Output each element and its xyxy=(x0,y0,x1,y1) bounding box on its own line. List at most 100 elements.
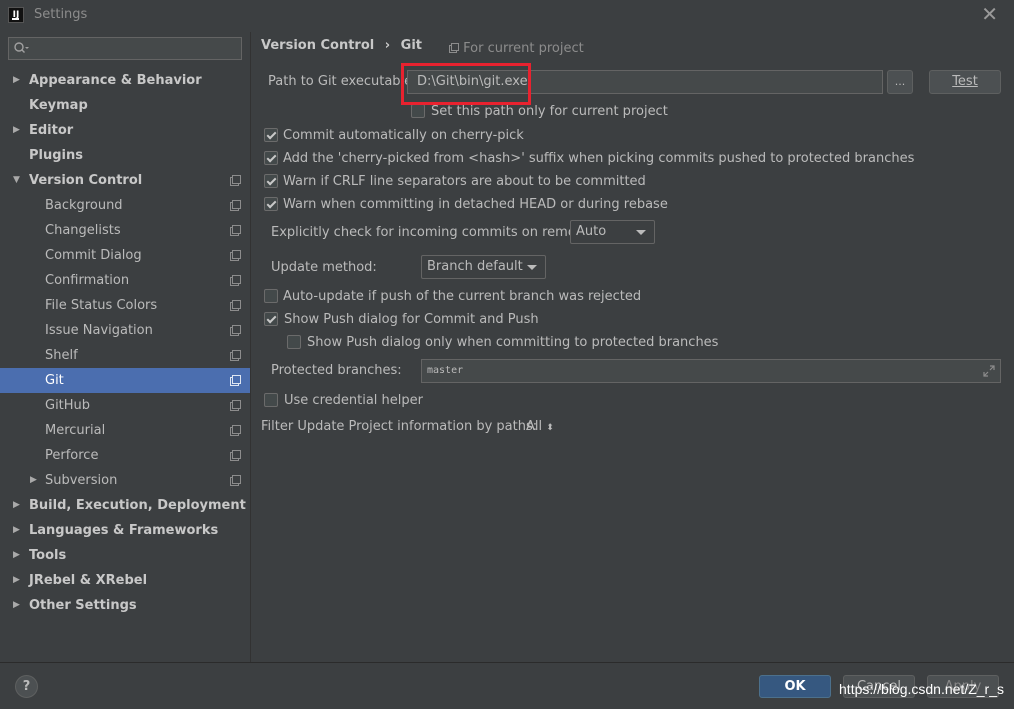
close-icon[interactable]: ✕ xyxy=(981,4,998,24)
window-title: Settings xyxy=(34,7,88,22)
update-method-label: Update method: xyxy=(271,260,377,275)
sidebar-item[interactable]: ▼ Version Control xyxy=(0,168,250,193)
ok-button[interactable]: OK xyxy=(759,675,831,698)
project-scope-icon xyxy=(230,325,241,336)
filter-paths-select[interactable]: All ⬍ xyxy=(526,419,554,434)
csdn-watermark: https://blog.csdn.net/Z_r_s xyxy=(839,681,1004,697)
option-checkbox[interactable] xyxy=(264,197,278,211)
collapsed-arrow-icon[interactable]: ▶ xyxy=(13,68,20,93)
sidebar-item-label: Git xyxy=(45,373,64,388)
show-push-dialog-checkbox[interactable] xyxy=(264,312,278,326)
sidebar-item[interactable]: Issue Navigation xyxy=(0,318,250,343)
collapsed-arrow-icon[interactable]: ▶ xyxy=(13,543,20,568)
sidebar-item[interactable]: Background xyxy=(0,193,250,218)
project-scope-icon xyxy=(230,225,241,236)
sidebar-item[interactable]: Confirmation xyxy=(0,268,250,293)
auto-update-checkbox[interactable] xyxy=(264,289,278,303)
git-settings-panel: Version Control › Git For current projec… xyxy=(251,32,1014,662)
sidebar-item-label: Issue Navigation xyxy=(45,323,153,338)
expanded-arrow-icon[interactable]: ▼ xyxy=(13,168,20,193)
credential-helper-label: Use credential helper xyxy=(284,393,423,408)
dialog-footer: ? OK Cancel Apply https://blog.csdn.net/… xyxy=(0,663,1014,709)
collapsed-arrow-icon[interactable]: ▶ xyxy=(30,468,37,493)
auto-update-label: Auto-update if push of the current branc… xyxy=(283,289,642,304)
option-checkbox[interactable] xyxy=(264,174,278,188)
sidebar-item[interactable]: Mercurial xyxy=(0,418,250,443)
sidebar-item-label: Commit Dialog xyxy=(45,248,142,263)
search-icon xyxy=(14,42,29,53)
project-scope-icon xyxy=(230,450,241,461)
highlight-annotation xyxy=(401,63,531,105)
sidebar-item[interactable]: ▶ Appearance & Behavior xyxy=(0,68,250,93)
test-button[interactable]: Test xyxy=(929,70,1001,94)
sidebar-item-label: Plugins xyxy=(29,148,83,163)
sidebar-item[interactable]: Shelf xyxy=(0,343,250,368)
sidebar-item[interactable]: ▶ Subversion xyxy=(0,468,250,493)
sidebar-item-label: Shelf xyxy=(45,348,78,363)
sidebar-item-label: Confirmation xyxy=(45,273,130,288)
sidebar-item-label: Changelists xyxy=(45,223,121,238)
sidebar-item[interactable]: Git xyxy=(0,368,250,393)
sidebar-item[interactable]: ▶ Other Settings xyxy=(0,593,250,618)
incoming-commits-select[interactable]: Auto xyxy=(570,220,655,244)
sidebar-item[interactable]: ▶ JRebel & XRebel xyxy=(0,568,250,593)
update-method-select[interactable]: Branch default xyxy=(421,255,546,279)
current-project-only-checkbox[interactable] xyxy=(411,104,425,118)
project-scope-icon xyxy=(449,43,459,53)
credential-helper-checkbox[interactable] xyxy=(264,393,278,407)
breadcrumb-parent[interactable]: Version Control xyxy=(261,38,374,53)
show-push-dialog-label: Show Push dialog for Commit and Push xyxy=(284,312,539,327)
protected-branches-value: master xyxy=(427,365,464,376)
sidebar-item[interactable]: Commit Dialog xyxy=(0,243,250,268)
sidebar-item-label: Tools xyxy=(29,548,67,563)
breadcrumb-separator: › xyxy=(384,38,391,53)
project-scope-icon xyxy=(230,475,241,486)
sidebar-item[interactable]: Keymap xyxy=(0,93,250,118)
protected-branches-field[interactable]: master xyxy=(421,359,1001,383)
sidebar-item-label: GitHub xyxy=(45,398,91,413)
incoming-commits-value: Auto xyxy=(576,224,607,239)
sidebar-item[interactable]: Perforce xyxy=(0,443,250,468)
show-push-protected-checkbox[interactable] xyxy=(287,335,301,349)
option-label: Add the 'cherry-picked from <hash>' suff… xyxy=(283,151,915,166)
sidebar-item[interactable]: ▶ Tools xyxy=(0,543,250,568)
collapsed-arrow-icon[interactable]: ▶ xyxy=(13,493,20,518)
sidebar-item-label: Build, Execution, Deployment xyxy=(29,498,246,513)
project-scope-icon xyxy=(230,400,241,411)
updown-arrows-icon: ⬍ xyxy=(546,423,554,433)
git-path-label: Path to Git executable: xyxy=(268,74,417,89)
collapsed-arrow-icon[interactable]: ▶ xyxy=(13,593,20,618)
collapsed-arrow-icon[interactable]: ▶ xyxy=(13,518,20,543)
scope-note: For current project xyxy=(449,41,584,56)
chevron-down-icon xyxy=(636,230,646,235)
sidebar-item-label: JRebel & XRebel xyxy=(29,573,148,588)
project-scope-icon xyxy=(230,425,241,436)
protected-branches-label: Protected branches: xyxy=(271,363,402,378)
project-scope-icon xyxy=(230,250,241,261)
sidebar-item[interactable]: Plugins xyxy=(0,143,250,168)
scope-note-text: For current project xyxy=(463,41,584,56)
sidebar-item[interactable]: ▶ Languages & Frameworks xyxy=(0,518,250,543)
search-input[interactable] xyxy=(8,37,242,60)
show-push-protected-label: Show Push dialog only when committing to… xyxy=(307,335,719,350)
update-method-value: Branch default xyxy=(427,259,523,274)
sidebar-item-label: Perforce xyxy=(45,448,99,463)
sidebar-item[interactable]: ▶ Editor xyxy=(0,118,250,143)
browse-button[interactable]: ... xyxy=(887,70,913,94)
collapsed-arrow-icon[interactable]: ▶ xyxy=(13,118,20,143)
help-button[interactable]: ? xyxy=(15,675,38,698)
sidebar-item-label: Other Settings xyxy=(29,598,137,613)
project-scope-icon xyxy=(230,375,241,386)
sidebar-item-label: Background xyxy=(45,198,123,213)
sidebar-item[interactable]: GitHub xyxy=(0,393,250,418)
project-scope-icon xyxy=(230,350,241,361)
sidebar-item[interactable]: ▶ Build, Execution, Deployment xyxy=(0,493,250,518)
sidebar-item[interactable]: Changelists xyxy=(0,218,250,243)
expand-icon[interactable] xyxy=(983,365,995,377)
option-label: Commit automatically on cherry-pick xyxy=(283,128,524,143)
option-checkbox[interactable] xyxy=(264,128,278,142)
sidebar-item[interactable]: File Status Colors xyxy=(0,293,250,318)
option-checkbox[interactable] xyxy=(264,151,278,165)
breadcrumb: Version Control › Git xyxy=(261,38,422,53)
collapsed-arrow-icon[interactable]: ▶ xyxy=(13,568,20,593)
